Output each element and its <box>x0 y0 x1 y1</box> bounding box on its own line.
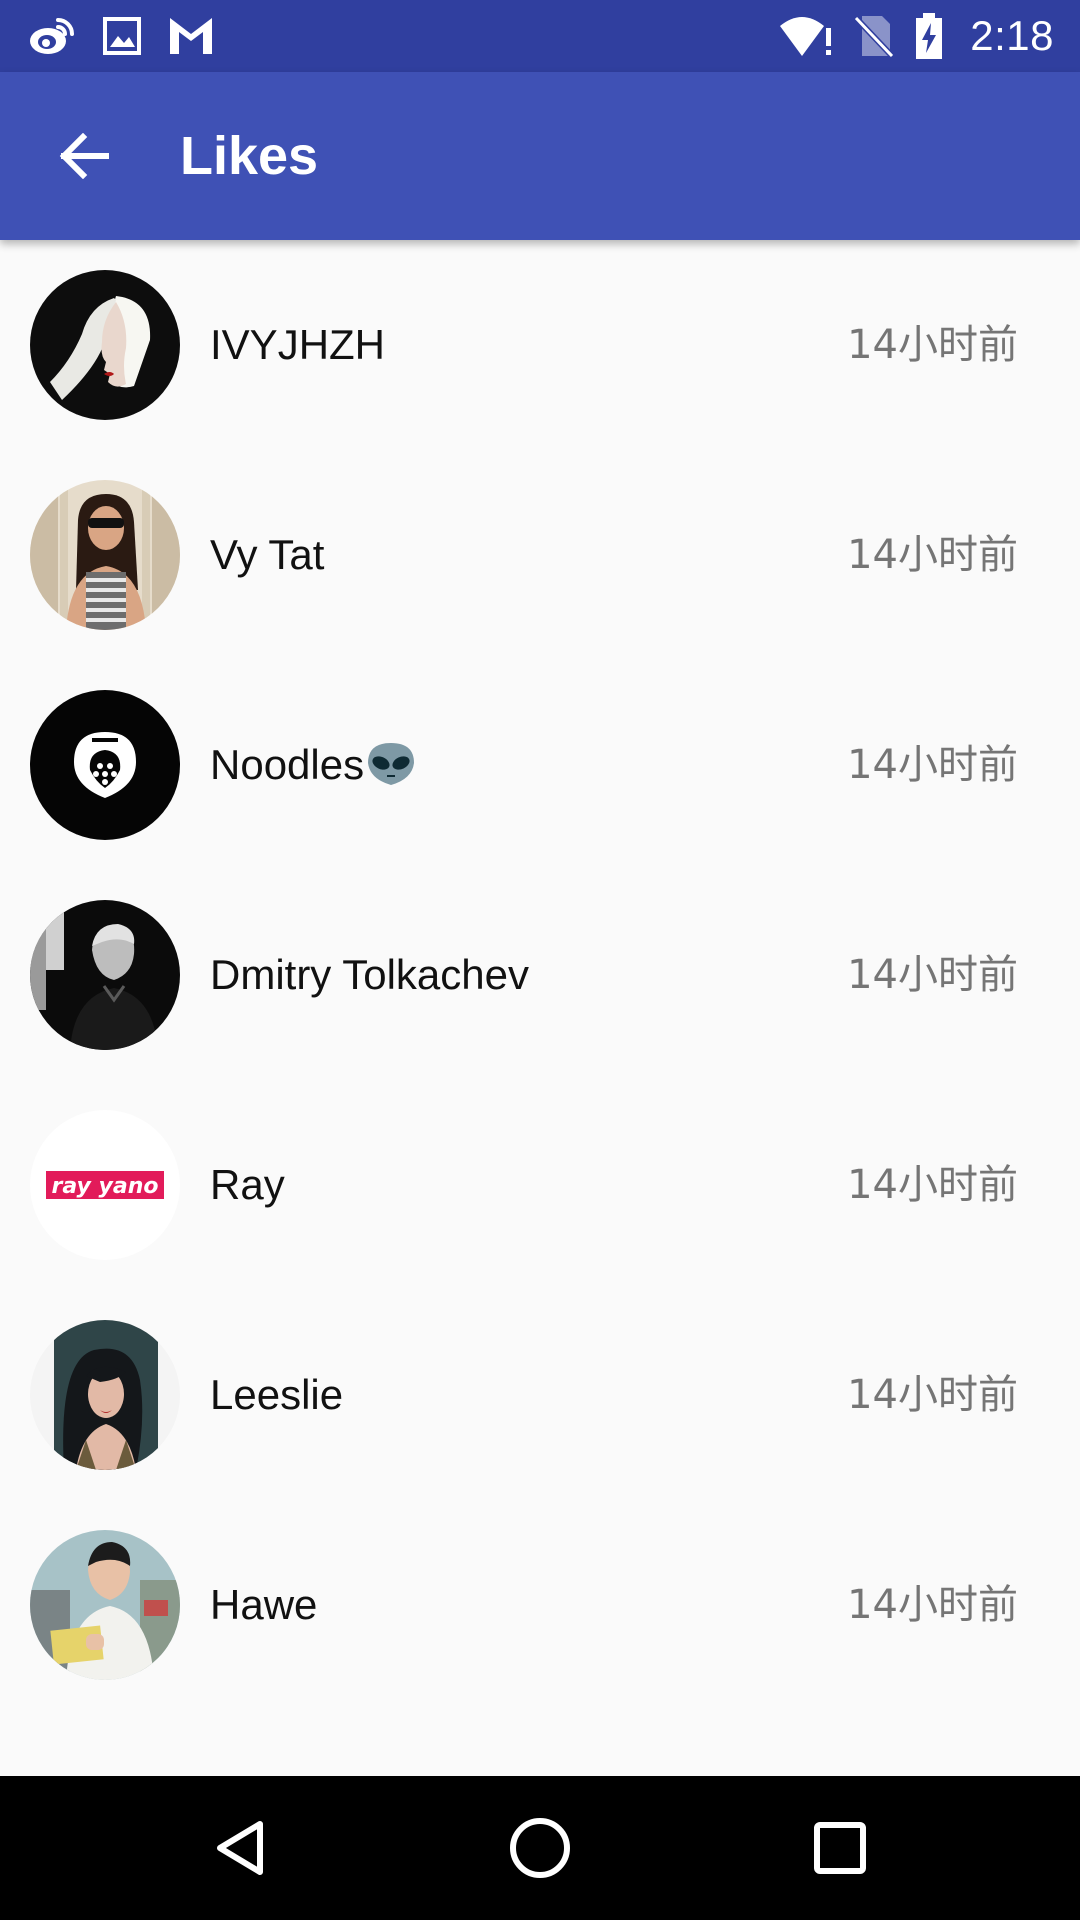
avatar[interactable]: ray yano <box>30 1110 180 1260</box>
home-circle-icon <box>510 1818 570 1878</box>
wifi-alert-icon <box>780 17 832 56</box>
page-title: Likes <box>180 126 319 186</box>
nav-back-button[interactable] <box>190 1798 290 1898</box>
like-timestamp: 14小时前 <box>847 742 1018 788</box>
avatar-woman-sunglasses <box>30 480 180 630</box>
avatar-man-card <box>30 1530 180 1680</box>
battery-charging-icon <box>916 13 943 59</box>
nav-home-button[interactable] <box>490 1798 590 1898</box>
status-bar-system: 2:18 <box>778 0 1054 72</box>
back-button[interactable] <box>36 108 132 204</box>
list-item[interactable]: ray yano Ray 14小时前 <box>0 1080 1080 1290</box>
list-item[interactable]: Noodles 14小时前 <box>0 660 1080 870</box>
user-name: Leeslie <box>210 1371 344 1418</box>
like-timestamp: 14小时前 <box>847 322 1018 368</box>
avatar[interactable] <box>30 270 180 420</box>
like-timestamp: 14小时前 <box>847 1162 1018 1208</box>
user-name: IVYJHZH <box>210 321 386 368</box>
likes-list: IVYJHZH 14小时前 Vy Tat 14小时前 Noodles 14小时前… <box>0 240 1080 1776</box>
list-item[interactable]: IVYJHZH 14小时前 <box>0 240 1080 450</box>
weibo-icon <box>30 18 74 54</box>
user-name: Ray <box>210 1161 285 1208</box>
avatar[interactable] <box>30 1530 180 1680</box>
no-sim-icon <box>854 15 895 58</box>
like-timestamp: 14小时前 <box>847 1372 1018 1418</box>
avatar[interactable] <box>30 1320 180 1470</box>
like-timestamp: 14小时前 <box>847 1582 1018 1628</box>
rayyano-logo-text: ray yano <box>52 1174 159 1199</box>
list-item[interactable]: Dmitry Tolkachev 14小时前 <box>0 870 1080 1080</box>
avatar-noodles-logo <box>30 690 180 840</box>
like-timestamp: 14小时前 <box>847 532 1018 578</box>
avatar[interactable] <box>30 690 180 840</box>
avatar[interactable] <box>30 900 180 1050</box>
back-triangle-icon <box>217 1821 263 1875</box>
like-timestamp: 14小时前 <box>847 952 1018 998</box>
status-bar-notifications <box>28 0 214 72</box>
recents-square-icon <box>814 1822 866 1874</box>
avatar-nun-profile <box>30 270 180 420</box>
list-item[interactable]: Hawe 14小时前 <box>0 1500 1080 1710</box>
status-bar: 2:18 <box>0 0 1080 72</box>
avatar-bw-portrait <box>30 900 180 1050</box>
image-icon <box>103 17 141 55</box>
user-name: Dmitry Tolkachev <box>210 951 529 998</box>
arrow-back-icon <box>59 133 109 179</box>
avatar-rayyano-logo: ray yano <box>30 1110 180 1260</box>
status-clock: 2:18 <box>970 12 1054 59</box>
alien-emoji <box>368 742 415 785</box>
gmail-icon <box>170 18 212 54</box>
navigation-bar <box>0 1776 1080 1920</box>
nav-recents-button[interactable] <box>790 1798 890 1898</box>
app-bar: Likes <box>0 72 1080 240</box>
user-name: Hawe <box>210 1581 318 1628</box>
user-name: Vy Tat <box>210 531 325 578</box>
avatar[interactable] <box>30 480 180 630</box>
user-name: Noodles <box>210 660 416 870</box>
list-item[interactable]: Leeslie 14小时前 <box>0 1290 1080 1500</box>
avatar-woman-dark-hair <box>30 1320 180 1470</box>
list-item[interactable]: Vy Tat 14小时前 <box>0 450 1080 660</box>
